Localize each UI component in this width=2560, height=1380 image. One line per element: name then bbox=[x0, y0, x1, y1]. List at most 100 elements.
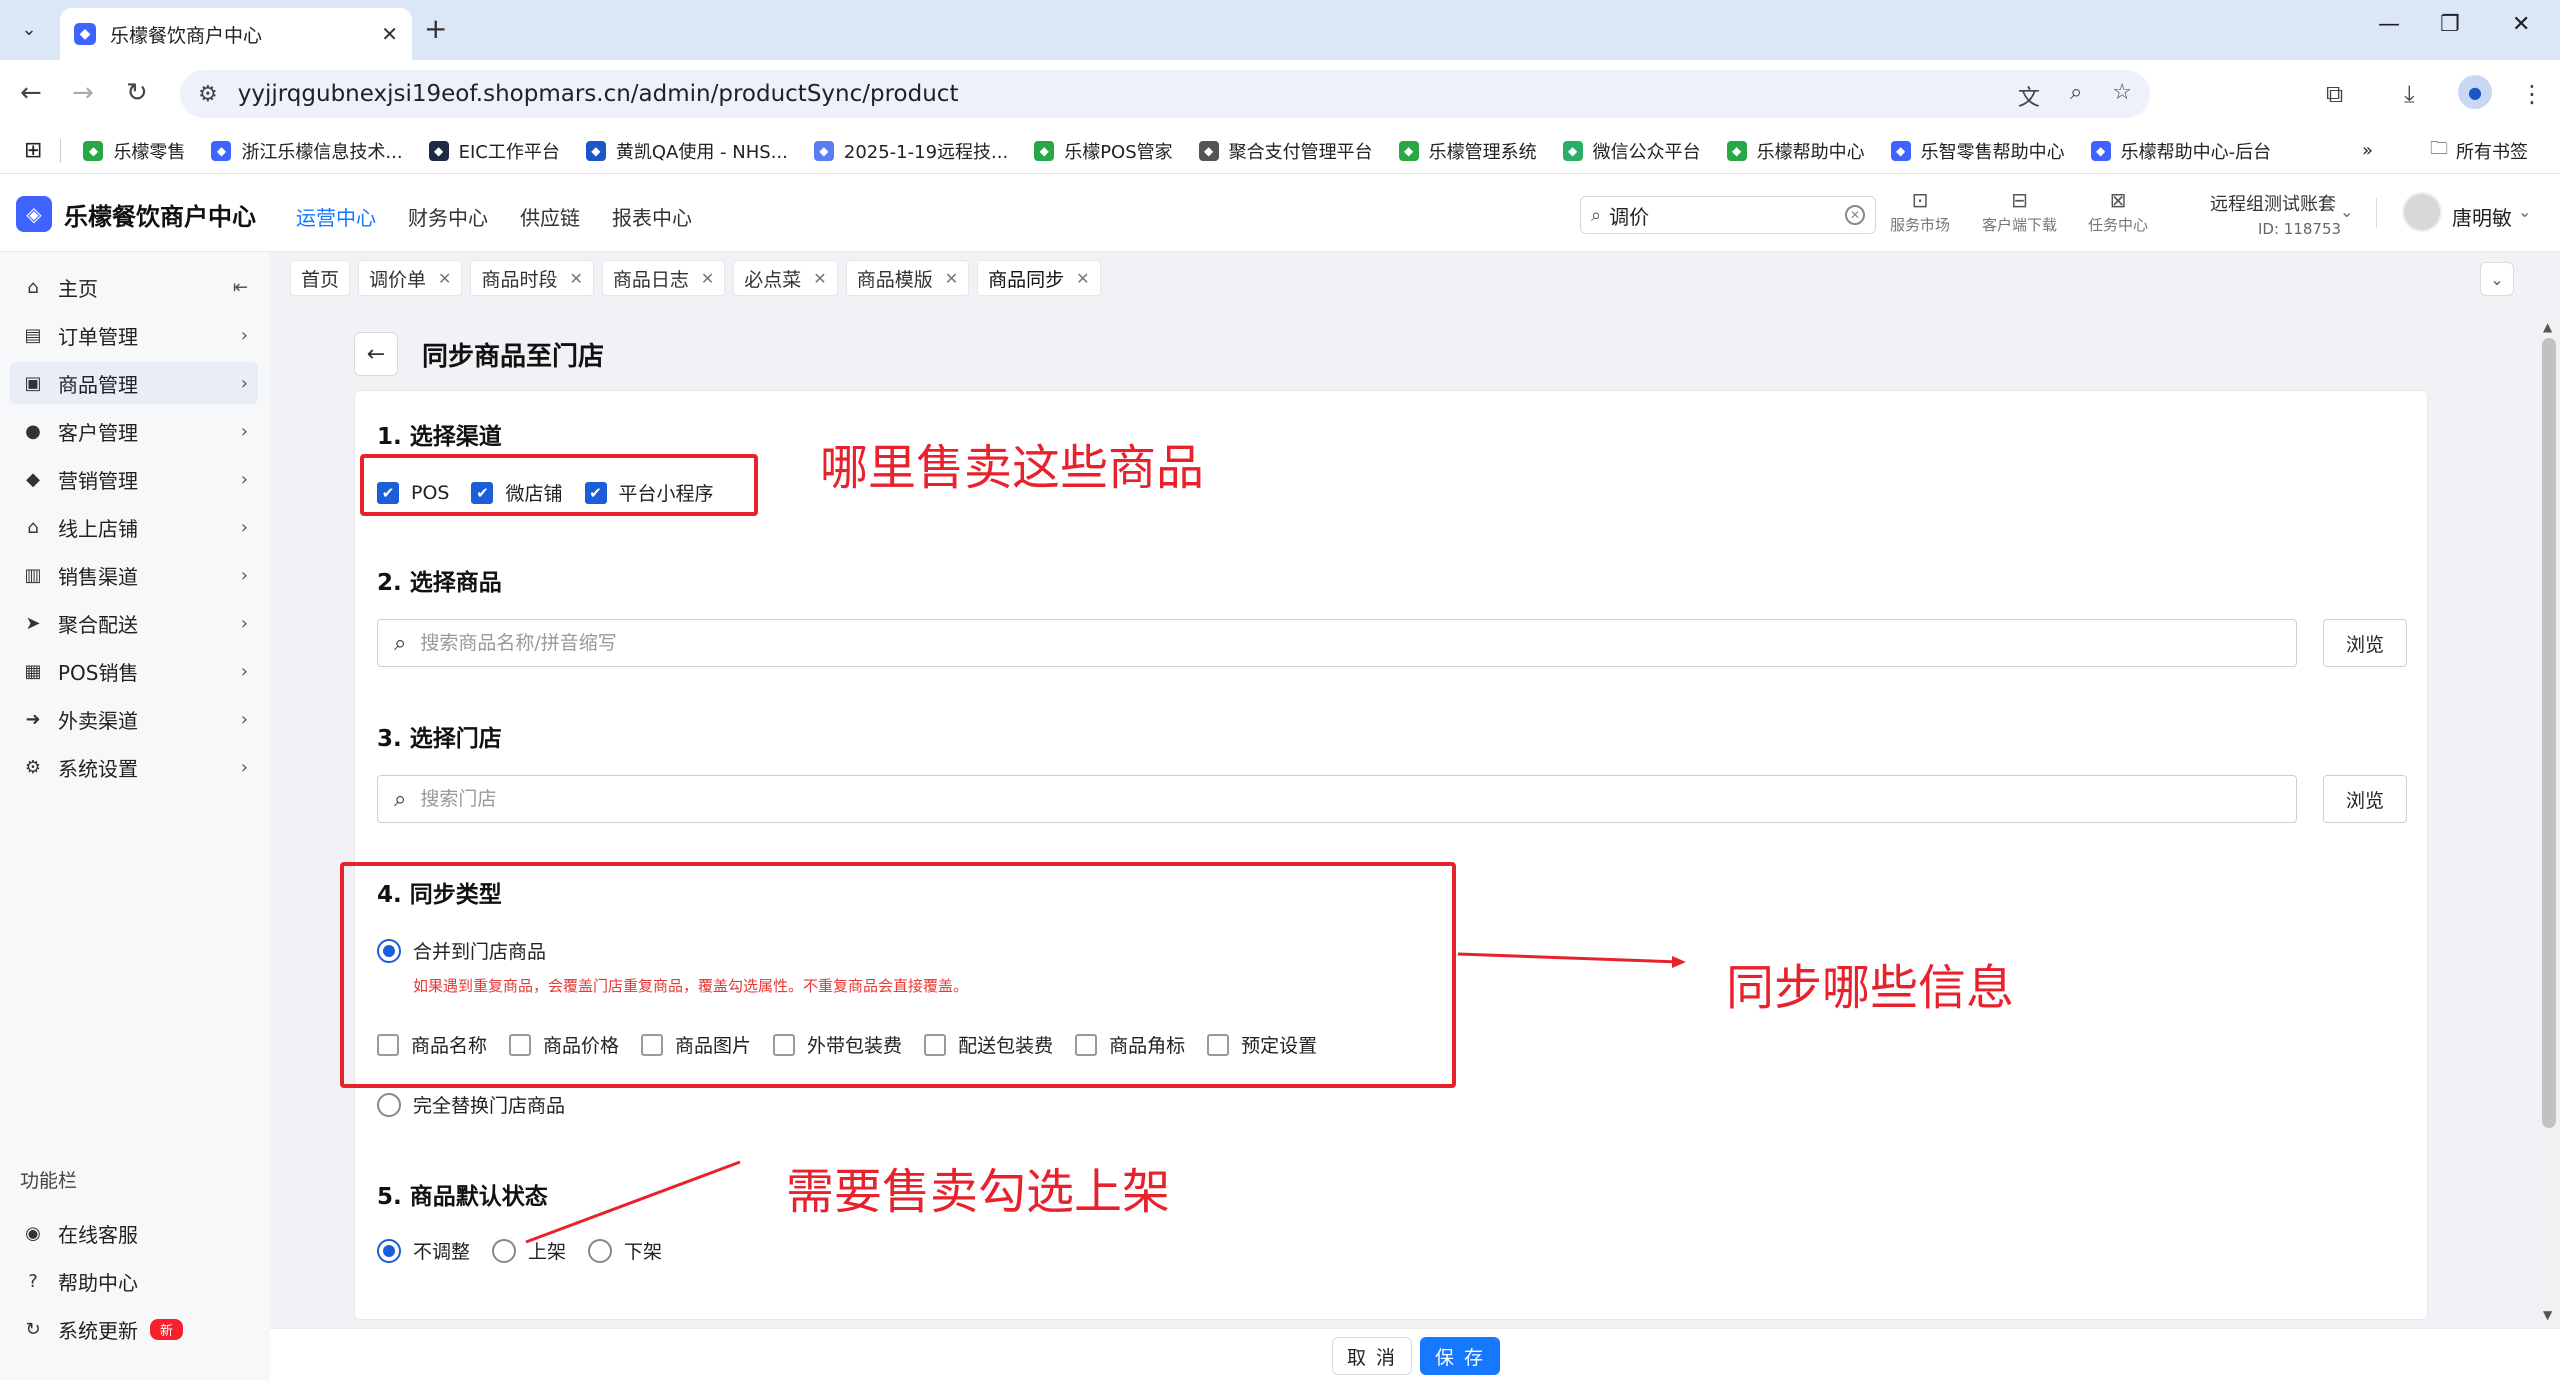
cancel-button[interactable]: 取 消 bbox=[1332, 1337, 1412, 1375]
header-search-value[interactable]: 调价 bbox=[1609, 201, 1845, 230]
back-button[interactable]: ← bbox=[354, 332, 398, 376]
sidebar-item-customers[interactable]: ● 客户管理 › bbox=[10, 410, 258, 452]
sidebar-item-delivery[interactable]: ➤ 聚合配送 › bbox=[10, 602, 258, 644]
more-bookmarks-icon[interactable]: » bbox=[2362, 140, 2373, 161]
user-chevron-down-icon[interactable]: ⌄ bbox=[2518, 202, 2531, 221]
page-tab-product-log[interactable]: 商品日志 ✕ bbox=[601, 260, 726, 296]
download-icon[interactable]: ⤓ bbox=[2404, 80, 2415, 108]
tab-search-icon[interactable]: ⌄ bbox=[12, 12, 46, 46]
client-download-button[interactable]: ⊟ 客户端下载 bbox=[1982, 188, 2057, 235]
tabs-dropdown-icon[interactable]: ⌄ bbox=[2480, 262, 2514, 296]
sidebar-item-marketing[interactable]: ◆ 营销管理 › bbox=[10, 458, 258, 500]
bookmark-item[interactable]: ◆ 乐檬帮助中心-后台 bbox=[2090, 138, 2271, 164]
sidebar-item-settings[interactable]: ⚙ 系统设置 › bbox=[10, 746, 258, 788]
status-unchanged-radio[interactable]: 不调整 bbox=[377, 1237, 470, 1264]
page-scrollbar[interactable]: ▲ ▼ bbox=[2538, 318, 2560, 1328]
page-tab-home[interactable]: 首页 bbox=[290, 260, 351, 296]
chevron-down-icon[interactable]: ⌄ bbox=[2340, 202, 2353, 221]
close-icon[interactable]: ✕ bbox=[438, 269, 451, 288]
zoom-icon[interactable]: ⌕ bbox=[2070, 80, 2082, 112]
bookmark-item[interactable]: ◆ 乐檬管理系统 bbox=[1398, 138, 1537, 164]
bookmark-item[interactable]: ◆ 黄凯QA使用 - NHS... bbox=[585, 138, 788, 164]
bookmark-item[interactable]: ◆ 浙江乐檬信息技术... bbox=[211, 138, 403, 164]
scrollbar-thumb[interactable] bbox=[2542, 338, 2556, 1128]
sidebar-item-products[interactable]: ▣ 商品管理 › bbox=[10, 362, 258, 404]
scroll-down-icon[interactable]: ▼ bbox=[2543, 1308, 2552, 1322]
task-center-button[interactable]: ⊠ 任务中心 bbox=[2088, 188, 2148, 235]
sidebar-item-orders[interactable]: ▤ 订单管理 › bbox=[10, 314, 258, 356]
bookmark-item[interactable]: ◆ 乐檬零售 bbox=[83, 138, 185, 164]
store-browse-button[interactable]: 浏览 bbox=[2323, 775, 2407, 823]
new-tab-icon[interactable]: + bbox=[424, 12, 447, 45]
close-icon[interactable]: ✕ bbox=[569, 269, 582, 288]
close-icon[interactable]: ✕ bbox=[701, 269, 714, 288]
product-search-input[interactable] bbox=[420, 632, 2296, 654]
restore-icon[interactable]: ❐ bbox=[2440, 12, 2460, 37]
collapse-sidebar-icon[interactable]: ⇤ bbox=[233, 277, 248, 298]
product-search-field[interactable]: ⌕ bbox=[377, 619, 2297, 667]
back-arrow-icon[interactable]: ← bbox=[20, 78, 42, 108]
forward-arrow-icon[interactable]: → bbox=[72, 78, 94, 108]
user-avatar[interactable] bbox=[2402, 192, 2442, 232]
translate-icon[interactable]: 文 bbox=[2018, 80, 2040, 112]
bookmark-item[interactable]: ◆ 乐檬帮助中心 bbox=[1726, 138, 1865, 164]
bookmark-item[interactable]: ◆ EIC工作平台 bbox=[428, 138, 560, 164]
radio-icon[interactable] bbox=[588, 1238, 613, 1263]
browser-menu-icon[interactable]: ⋮ bbox=[2520, 80, 2544, 108]
clear-search-icon[interactable]: ✕ bbox=[1845, 205, 1865, 225]
status-on-shelf-radio[interactable]: 上架 bbox=[492, 1237, 566, 1264]
service-market-button[interactable]: ⊡ 服务市场 bbox=[1890, 188, 1950, 235]
sidebar-item-home[interactable]: ⌂ 主页 ⇤ bbox=[10, 266, 258, 308]
close-icon[interactable]: ✕ bbox=[945, 269, 958, 288]
sidebar-item-sales-channels[interactable]: ▥ 销售渠道 › bbox=[10, 554, 258, 596]
page-tab-must-order[interactable]: 必点菜 ✕ bbox=[733, 260, 838, 296]
store-search-field[interactable]: ⌕ bbox=[377, 775, 2297, 823]
radio-icon[interactable] bbox=[377, 1092, 401, 1117]
radio-selected-icon[interactable] bbox=[377, 1238, 401, 1263]
sidebar-tool-update[interactable]: ↻ 系统更新 新 bbox=[10, 1308, 258, 1350]
site-settings-icon[interactable]: ⚙ bbox=[198, 82, 218, 107]
nav-supply-chain[interactable]: 供应链 bbox=[520, 202, 580, 231]
sidebar-item-pos-sales[interactable]: ▦ POS销售 › bbox=[10, 650, 258, 692]
page-tab-price-adjust[interactable]: 调价单 ✕ bbox=[358, 260, 463, 296]
omnibox[interactable]: ⚙ yyjjrqgubnexjsi19eof.shopmars.cn/admin… bbox=[180, 70, 2150, 118]
all-bookmarks[interactable]: 🗀 所有书签 bbox=[2430, 136, 2528, 166]
brand-logo[interactable]: ◈ 乐檬餐饮商户中心 bbox=[16, 196, 256, 232]
apps-grid-icon[interactable]: ⊞ bbox=[24, 138, 42, 163]
nav-reports[interactable]: 报表中心 bbox=[612, 202, 692, 231]
profile-avatar-icon[interactable]: ● bbox=[2458, 75, 2492, 109]
page-tab-product-period[interactable]: 商品时段 ✕ bbox=[470, 260, 594, 296]
bookmark-star-icon[interactable]: ☆ bbox=[2112, 80, 2132, 112]
sidebar-item-takeout[interactable]: ➜ 外卖渠道 › bbox=[10, 698, 258, 740]
close-tab-icon[interactable]: ✕ bbox=[381, 22, 398, 46]
bookmark-item[interactable]: ◆ 聚合支付管理平台 bbox=[1198, 138, 1373, 164]
nav-finance[interactable]: 财务中心 bbox=[408, 202, 488, 231]
close-icon[interactable]: ✕ bbox=[1076, 269, 1089, 288]
status-off-shelf-radio[interactable]: 下架 bbox=[588, 1237, 662, 1264]
bookmark-item[interactable]: ◆ 乐檬POS管家 bbox=[1034, 138, 1173, 164]
bookmark-item[interactable]: ◆ 乐智零售帮助中心 bbox=[1890, 138, 2065, 164]
radio-icon[interactable] bbox=[492, 1238, 517, 1263]
extensions-icon[interactable]: ⧉ bbox=[2326, 80, 2343, 108]
scroll-up-icon[interactable]: ▲ bbox=[2543, 320, 2552, 334]
browser-tab[interactable]: ◆ 乐檬餐饮商户中心 ✕ bbox=[60, 8, 412, 60]
user-name[interactable]: 唐明敏 bbox=[2452, 202, 2512, 231]
nav-operations[interactable]: 运营中心 bbox=[296, 202, 376, 231]
close-icon[interactable]: ✕ bbox=[813, 269, 826, 288]
sidebar-item-online-store[interactable]: ⌂ 线上店铺 › bbox=[10, 506, 258, 548]
sidebar-tool-help[interactable]: ? 帮助中心 bbox=[10, 1260, 258, 1302]
account-switcher[interactable]: 远程组测试账套 ID: 118753 bbox=[2210, 190, 2341, 238]
sync-replace-radio[interactable]: 完全替换门店商品 bbox=[377, 1091, 565, 1118]
page-tab-product-template[interactable]: 商品模版 ✕ bbox=[845, 260, 970, 296]
save-button[interactable]: 保 存 bbox=[1420, 1337, 1500, 1375]
page-tab-product-sync[interactable]: 商品同步 ✕ bbox=[977, 260, 1101, 296]
product-browse-button[interactable]: 浏览 bbox=[2323, 619, 2407, 667]
url-text[interactable]: yyjjrqgubnexjsi19eof.shopmars.cn/admin/p… bbox=[238, 81, 959, 107]
bookmark-item[interactable]: ◆ 2025-1-19远程技... bbox=[813, 138, 1008, 164]
reload-icon[interactable]: ↻ bbox=[126, 78, 148, 108]
header-search-input[interactable]: ⌕ 调价 ✕ bbox=[1580, 196, 1876, 234]
close-window-icon[interactable]: ✕ bbox=[2512, 12, 2530, 37]
bookmark-item[interactable]: ◆ 微信公众平台 bbox=[1562, 138, 1701, 164]
sidebar-tool-support[interactable]: ◉ 在线客服 bbox=[10, 1212, 258, 1254]
store-search-input[interactable] bbox=[420, 788, 2296, 810]
